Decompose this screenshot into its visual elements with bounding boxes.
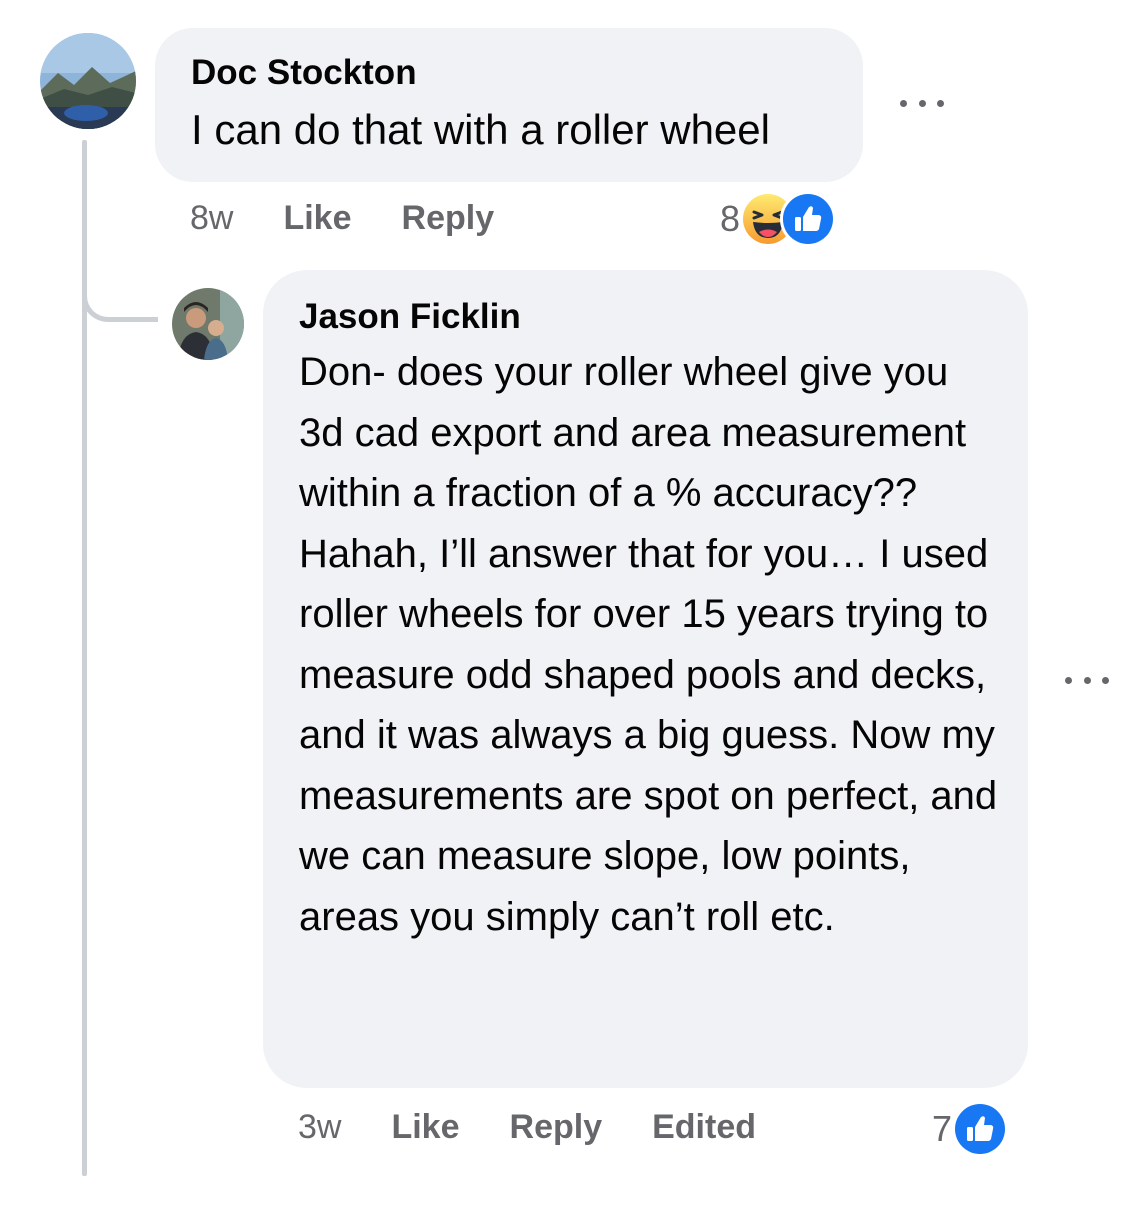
more-options-icon[interactable] <box>900 97 944 109</box>
edited-label[interactable]: Edited <box>652 1108 756 1147</box>
comment-actions: 3w Like Reply Edited <box>298 1105 806 1149</box>
avatar-jason-ficklin[interactable] <box>172 288 244 360</box>
reply-button[interactable]: Reply <box>510 1108 603 1147</box>
comment-timestamp[interactable]: 8w <box>190 199 233 238</box>
more-options-icon[interactable] <box>1065 674 1109 686</box>
reaction-count: 7 <box>932 1108 953 1149</box>
like-icon <box>952 1101 1009 1157</box>
comment-bubble: Doc Stockton I can do that with a roller… <box>155 28 863 182</box>
person-photo-avatar-icon <box>172 288 244 360</box>
reaction-summary[interactable]: 7 <box>932 1100 1009 1158</box>
reply-connector-curve <box>82 260 158 322</box>
like-button[interactable]: Like <box>391 1108 459 1147</box>
comment-actions: 8w Like Reply <box>190 196 544 240</box>
landscape-avatar-icon <box>40 33 136 129</box>
comment-text: Don- does your roller wheel give you 3d … <box>299 350 998 939</box>
comment-bubble: Jason Ficklin Don- does your roller whee… <box>263 270 1028 1088</box>
like-icon <box>780 191 837 247</box>
reply-button[interactable]: Reply <box>402 199 495 238</box>
like-button[interactable]: Like <box>283 199 351 238</box>
comment-timestamp[interactable]: 3w <box>298 1108 341 1147</box>
avatar-doc-stockton[interactable] <box>40 33 136 129</box>
comment-author[interactable]: Doc Stockton <box>191 50 827 96</box>
comment-author[interactable]: Jason Ficklin <box>299 294 992 340</box>
comment-text: I can do that with a roller wheel <box>191 106 770 153</box>
reaction-summary[interactable]: 8 <box>720 190 837 248</box>
reaction-count: 8 <box>720 198 741 239</box>
